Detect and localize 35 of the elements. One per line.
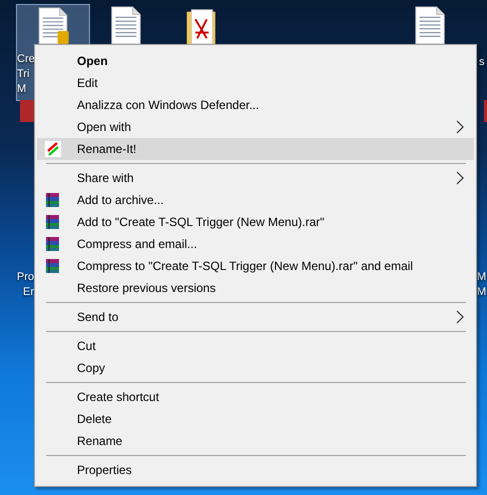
menu-item[interactable]: Cut [37, 335, 474, 357]
desktop-icon-label: M [17, 82, 28, 97]
menu-item[interactable]: Rename-It! [37, 138, 474, 160]
desktop-icon-label: Pro [16, 270, 34, 285]
menu-item[interactable]: Send to [37, 306, 474, 328]
menu-item[interactable]: Create shortcut [37, 386, 474, 408]
desktop-icon-label: Tri [17, 67, 30, 82]
menu-item[interactable]: Compress to "Create T-SQL Trigger (New Menu).rar" and email [37, 255, 474, 277]
menu-item[interactable]: Rename [37, 430, 474, 452]
pencil-arrows-icon [45, 141, 61, 157]
books-stack-icon [45, 214, 61, 230]
books-stack-icon [45, 258, 61, 274]
menu-item[interactable]: Properties [37, 459, 474, 481]
menu-item[interactable]: Compress and email... [37, 233, 474, 255]
document-icon[interactable] [36, 7, 70, 44]
menu-item[interactable]: Add to archive... [37, 189, 474, 211]
desktop-icon-label: M [477, 270, 487, 285]
menu-item[interactable]: Open [37, 50, 474, 72]
document-icon[interactable] [109, 6, 143, 44]
books-stack-icon [45, 192, 61, 208]
menu-item[interactable]: Share with [37, 167, 474, 189]
desktop-icon-label: Er [23, 285, 34, 300]
desktop-icon-label: Cre [17, 52, 34, 67]
desktop-icon-label: s [479, 55, 486, 70]
menu-item[interactable]: Restore previous versions [37, 277, 474, 299]
menu-item[interactable]: Copy [37, 357, 474, 379]
document-icon[interactable] [413, 6, 447, 44]
selected-desktop-icon[interactable] [16, 4, 90, 44]
menu-item[interactable]: Delete [37, 408, 474, 430]
menu-item[interactable]: Open with [37, 116, 474, 138]
menu-item[interactable]: Edit [37, 72, 474, 94]
menu-item[interactable]: Add to "Create T-SQL Trigger (New Menu).rar" [37, 211, 474, 233]
desktop-icon-label: M [477, 285, 487, 300]
books-stack-icon [45, 236, 61, 252]
menu-item[interactable]: Analizza con Windows Defender... [37, 94, 474, 116]
